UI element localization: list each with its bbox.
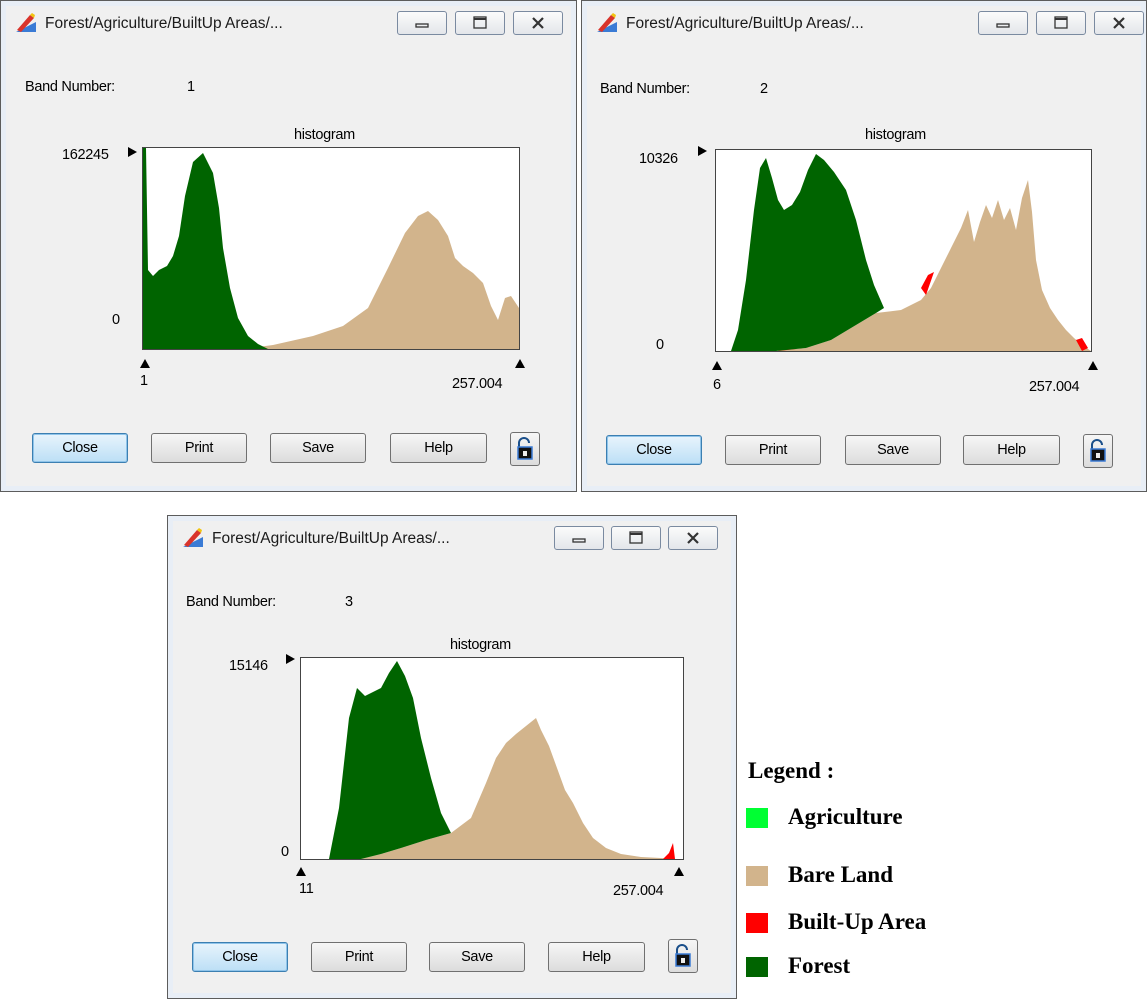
print-button[interactable]: Print — [311, 942, 407, 972]
x-max-marker[interactable] — [674, 867, 684, 876]
help-button[interactable]: Help — [548, 942, 645, 972]
app-icon — [16, 13, 36, 32]
close-button[interactable]: Close — [32, 433, 128, 463]
legend-title: Legend : — [748, 758, 835, 783]
title-bar[interactable]: Forest/Agriculture/BuiltUp Areas/... — [582, 1, 1146, 45]
close-x-icon — [532, 17, 544, 29]
print-button[interactable]: Print — [151, 433, 247, 463]
minimize-icon — [572, 538, 586, 543]
maximize-button[interactable] — [611, 526, 661, 550]
maximize-icon — [473, 16, 487, 29]
minimize-button[interactable] — [978, 11, 1028, 35]
title-bar[interactable]: Forest/Agriculture/BuiltUp Areas/... — [168, 516, 736, 560]
x-max-label: 257.004 — [1029, 379, 1080, 395]
histogram-window-band-2: Forest/Agriculture/BuiltUp Areas/... Ban… — [581, 0, 1147, 492]
x-min-marker[interactable] — [140, 359, 150, 368]
x-min-label: 6 — [713, 377, 721, 393]
window-title: Forest/Agriculture/BuiltUp Areas/... — [45, 15, 283, 32]
x-min-label: 1 — [140, 373, 148, 389]
y-max-label: 10326 — [639, 151, 678, 167]
legend-label-forest: Forest — [788, 953, 851, 978]
histogram-window-band-3: Forest/Agriculture/BuiltUp Areas/... Ban… — [167, 515, 737, 999]
legend-label-agriculture: Agriculture — [788, 804, 903, 829]
band-number-label: Band Number: — [25, 79, 115, 95]
lock-button[interactable] — [668, 939, 698, 973]
y-min-label: 0 — [656, 337, 664, 353]
histogram-window-band-1: Forest/Agriculture/BuiltUp Areas/... Ban… — [0, 0, 577, 492]
forest-series — [731, 154, 884, 351]
unlocked-padlock-icon — [1090, 439, 1106, 462]
y-max-label: 162245 — [62, 147, 109, 163]
y-max-marker[interactable] — [286, 654, 295, 664]
y-min-label: 0 — [112, 312, 120, 328]
title-bar[interactable]: Forest/Agriculture/BuiltUp Areas/... — [1, 1, 576, 45]
close-button[interactable]: Close — [192, 942, 288, 972]
x-max-label: 257.004 — [452, 376, 503, 392]
y-max-marker[interactable] — [128, 147, 137, 157]
maximize-icon — [1054, 16, 1068, 29]
band-number-value: 1 — [187, 79, 195, 95]
close-window-button[interactable] — [668, 526, 718, 550]
window-title: Forest/Agriculture/BuiltUp Areas/... — [626, 15, 864, 32]
lock-button[interactable] — [510, 432, 540, 466]
x-min-marker[interactable] — [712, 361, 722, 370]
forest-series — [143, 148, 268, 349]
plot-title: histogram — [294, 127, 355, 143]
help-button[interactable]: Help — [390, 433, 487, 463]
plot-title: histogram — [865, 127, 926, 143]
window-title: Forest/Agriculture/BuiltUp Areas/... — [212, 530, 450, 547]
maximize-button[interactable] — [455, 11, 505, 35]
band-number-label: Band Number: — [600, 81, 690, 97]
legend-label-built-up: Built-Up Area — [788, 909, 927, 934]
save-button[interactable]: Save — [429, 942, 525, 972]
built-up-series — [663, 843, 675, 859]
minimize-icon — [415, 23, 429, 28]
app-icon — [183, 528, 203, 547]
histogram-plot — [300, 657, 684, 860]
legend-label-bare-land: Bare Land — [788, 862, 894, 887]
unlocked-padlock-icon — [675, 944, 691, 967]
close-button[interactable]: Close — [606, 435, 702, 465]
histogram-plot — [715, 149, 1092, 352]
maximize-icon — [629, 531, 643, 544]
x-max-marker[interactable] — [515, 359, 525, 368]
maximize-button[interactable] — [1036, 11, 1086, 35]
x-min-marker[interactable] — [296, 867, 306, 876]
x-min-label: 11 — [299, 881, 314, 897]
minimize-icon — [996, 23, 1010, 28]
band-number-value: 3 — [345, 594, 353, 610]
band-number-label: Band Number: — [186, 594, 276, 610]
minimize-button[interactable] — [397, 11, 447, 35]
legend-swatch-built-up — [746, 913, 768, 933]
close-window-button[interactable] — [513, 11, 563, 35]
close-window-button[interactable] — [1094, 11, 1144, 35]
unlocked-padlock-icon — [517, 437, 533, 460]
save-button[interactable]: Save — [270, 433, 366, 463]
help-button[interactable]: Help — [963, 435, 1060, 465]
minimize-button[interactable] — [554, 526, 604, 550]
lock-button[interactable] — [1083, 434, 1113, 468]
forest-series — [329, 661, 451, 859]
y-max-label: 15146 — [229, 658, 268, 674]
plot-title: histogram — [450, 637, 511, 653]
legend-swatch-forest — [746, 957, 768, 977]
app-icon — [597, 13, 617, 32]
band-number-value: 2 — [760, 81, 768, 97]
close-x-icon — [687, 532, 699, 544]
x-max-marker[interactable] — [1088, 361, 1098, 370]
save-button[interactable]: Save — [845, 435, 941, 465]
y-max-marker[interactable] — [698, 146, 707, 156]
histogram-plot — [142, 147, 520, 350]
legend-swatch-agriculture — [746, 808, 768, 828]
legend-swatch-bare-land — [746, 866, 768, 886]
x-max-label: 257.004 — [613, 883, 664, 899]
close-x-icon — [1113, 17, 1125, 29]
y-min-label: 0 — [281, 844, 289, 860]
print-button[interactable]: Print — [725, 435, 821, 465]
